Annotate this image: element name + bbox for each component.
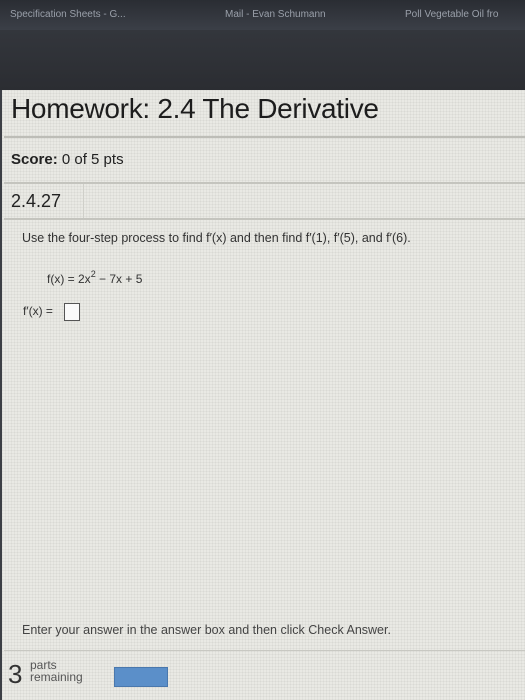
browser-toolbar <box>0 30 525 90</box>
score-label: Score: <box>11 151 58 168</box>
instruction-text: Enter your answer in the answer box and … <box>22 623 391 637</box>
parts-remaining-label: parts remaining <box>30 659 83 683</box>
browser-tab-strip: Specification Sheets - G... Mail - Evan … <box>0 0 525 30</box>
divider <box>83 184 84 218</box>
function-left: f(x) = 2x <box>47 272 91 286</box>
page-title: Homework: 2.4 The Derivative <box>11 93 379 124</box>
browser-tab[interactable]: Specification Sheets - G... <box>10 9 126 20</box>
browser-tab[interactable]: Mail - Evan Schumann <box>225 9 326 20</box>
function-exponent: 2 <box>90 269 96 279</box>
homework-page: Homework: 2.4 The Derivative Score: 0 of… <box>2 90 525 700</box>
parts-remaining-count: 3 <box>8 659 23 689</box>
divider <box>4 136 525 138</box>
function-right: − 7x + 5 <box>95 272 143 286</box>
score-line: Score: 0 of 5 pts <box>11 151 124 168</box>
divider <box>4 650 525 651</box>
parts-progress-bar <box>114 667 168 687</box>
answer-label: f′(x) = <box>23 304 53 318</box>
question-number: 2.4.27 <box>11 191 62 211</box>
question-header: 2.4.27 <box>4 182 525 220</box>
answer-input-box[interactable] <box>64 303 80 321</box>
question-prompt: Use the four-step process to find f′(x) … <box>22 231 411 245</box>
browser-tab[interactable]: Poll Vegetable Oil fro <box>405 9 498 20</box>
function-expression: f(x) = 2x2 − 7x + 5 <box>47 269 143 286</box>
score-value: 0 of 5 pts <box>61 151 124 168</box>
parts-label-line2: remaining <box>30 670 83 684</box>
